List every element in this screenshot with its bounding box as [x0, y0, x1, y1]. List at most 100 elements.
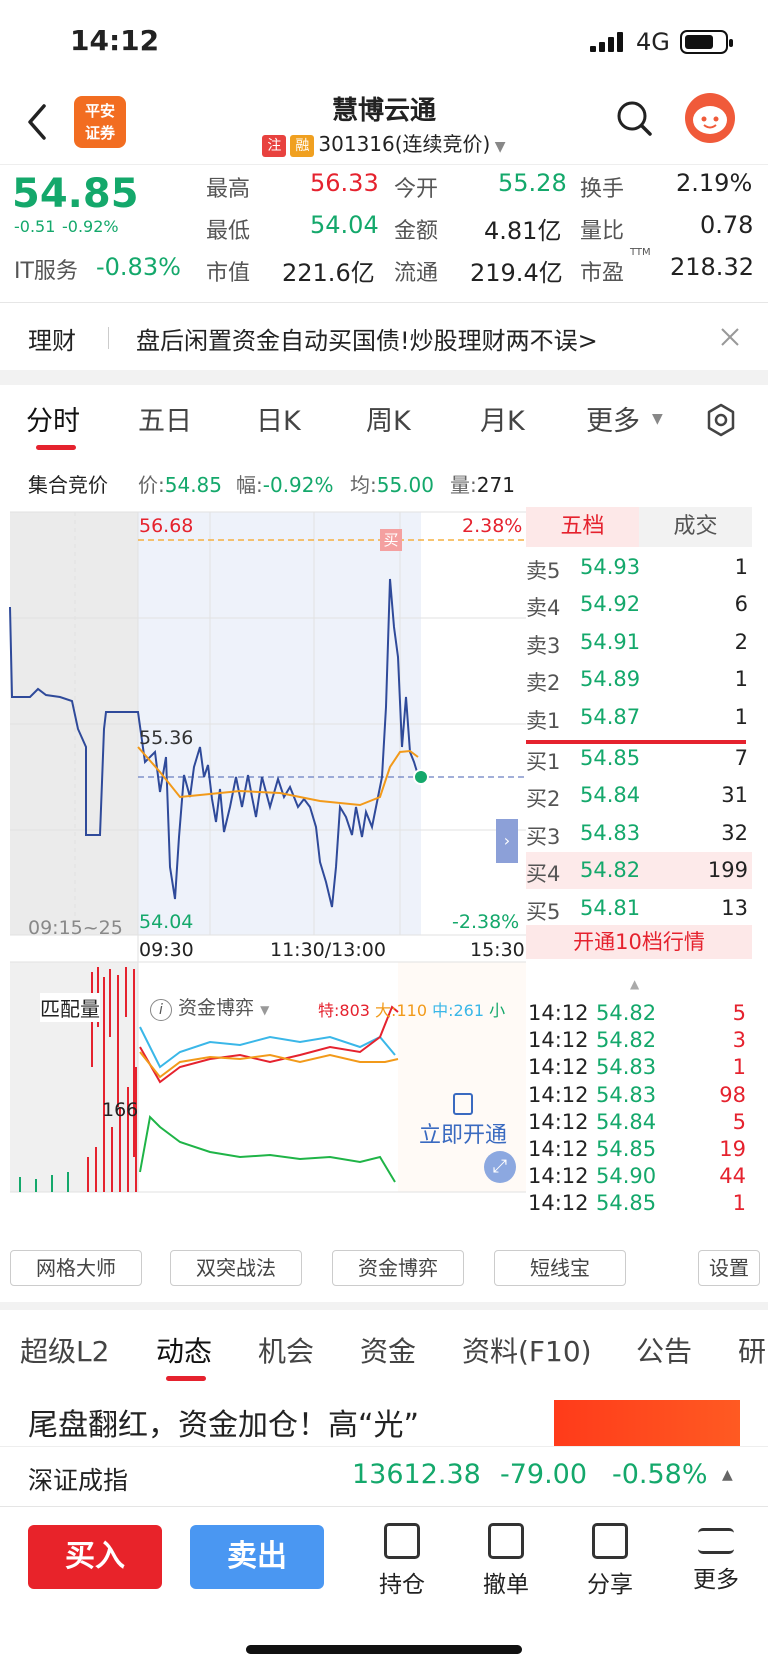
tick-vol: 1	[732, 1055, 746, 1080]
sell-button[interactable]: 卖出	[190, 1525, 324, 1589]
tick-price: 54.82	[596, 1028, 657, 1053]
bid-level-row[interactable]: 买4 54.82 199	[526, 852, 752, 890]
tab-super-l2[interactable]: 超级L2	[20, 1330, 109, 1370]
holdings-icon	[384, 1523, 420, 1559]
ask-level-row[interactable]: 卖5 54.93 1	[526, 549, 752, 586]
tick-row: 14:12 54.83 98	[528, 1083, 754, 1110]
dropdown-icon: ▼	[260, 1003, 270, 1017]
share-button[interactable]: 分享	[570, 1523, 650, 1599]
auction-vol: 271	[476, 473, 515, 497]
bid-level-row[interactable]: 买1 54.85 7	[526, 740, 752, 777]
tab-daily-k[interactable]: 日K	[256, 399, 301, 438]
settings-gear-icon[interactable]	[704, 403, 738, 437]
vol-ratio-value: 0.78	[700, 211, 754, 239]
info-icon: i	[150, 999, 172, 1021]
holdings-button[interactable]: 持仓	[362, 1523, 442, 1599]
level-label: 卖1	[526, 708, 561, 733]
tag-registration: 注	[262, 134, 287, 157]
search-icon[interactable]	[614, 98, 656, 140]
unlock-button[interactable]: 立即开通	[408, 1087, 518, 1149]
turnover-value: 2.19%	[676, 169, 753, 197]
chart-top-price: 56.68	[139, 515, 194, 537]
fund-game-selector[interactable]: i 资金博弈 ▼	[150, 993, 269, 1021]
bid-level-row[interactable]: 买5 54.81 13	[526, 890, 752, 927]
tab-news-feed[interactable]: 动态	[156, 1330, 212, 1370]
ask-level-row[interactable]: 卖2 54.89 1	[526, 661, 752, 698]
time-close: 15:30	[470, 939, 525, 961]
level-price: 54.89	[580, 667, 641, 692]
level-volume: 32	[721, 820, 748, 845]
chart-top-pct: 2.38%	[462, 515, 523, 537]
index-ticker[interactable]: 深证成指 13612.38 -79.00 -0.58% ▲	[0, 1446, 768, 1506]
tab-five-levels[interactable]: 五档	[526, 507, 639, 547]
news-card[interactable]: 尾盘翻红，资金加仓！高“光”	[0, 1386, 768, 1446]
chart-tabs: 分时 五日 日K 周K 月K 更多 ▼	[0, 385, 768, 453]
tick-row: 14:12 54.82 3	[528, 1028, 754, 1055]
back-icon[interactable]	[22, 100, 52, 144]
auction-price-row: 价:54.85	[138, 469, 222, 498]
level-price: 54.91	[580, 629, 641, 654]
chart-bottom-price: 54.04	[139, 911, 194, 933]
close-icon[interactable]	[718, 325, 742, 349]
auction-label: 集合竞价	[28, 473, 108, 497]
auction-avg-row: 均:55.00	[350, 469, 434, 498]
tab-intraday[interactable]: 分时	[26, 399, 80, 438]
index-value: 13612.38	[352, 1459, 481, 1490]
tab-more[interactable]: 更多	[586, 399, 640, 438]
tab-capital[interactable]: 资金	[360, 1330, 416, 1370]
open-value: 55.28	[498, 169, 567, 197]
tick-vol: 5	[732, 1001, 746, 1025]
more-button[interactable]: 更多	[676, 1523, 756, 1594]
cancel-order-button[interactable]: 撤单	[466, 1523, 546, 1599]
tab-opportunity[interactable]: 机会	[258, 1330, 314, 1370]
low-label: 最低	[206, 219, 251, 244]
tab-announcement[interactable]: 公告	[636, 1330, 692, 1370]
tab-f10[interactable]: 资料(F10)	[462, 1330, 592, 1370]
expand-up-icon[interactable]: ▲	[722, 1467, 733, 1483]
tool-fund-game[interactable]: 资金博弈	[332, 1250, 464, 1286]
level-price: 54.87	[580, 704, 641, 729]
news-headline: 尾盘翻红，资金加仓！高“光”	[28, 1408, 420, 1443]
expand-panel-icon[interactable]: ›	[496, 819, 518, 863]
ask-level-row[interactable]: 卖4 54.92 6	[526, 586, 752, 623]
tool-double-breakout[interactable]: 双突战法	[170, 1250, 302, 1286]
special-large-amount: 803	[339, 1001, 370, 1020]
tool-short-line[interactable]: 短线宝	[494, 1250, 626, 1286]
upgrade-level10-button[interactable]: 开通10档行情	[526, 925, 752, 959]
broker-logo: 平安证券	[74, 96, 126, 148]
signal-icon	[590, 32, 630, 52]
tick-vol: 19	[719, 1137, 746, 1161]
tick-vol: 1	[732, 1191, 746, 1216]
fullscreen-icon[interactable]: ⤢	[484, 1151, 516, 1183]
ask-level-row[interactable]: 卖1 54.87 1	[526, 699, 752, 736]
level-label: 买3	[526, 824, 561, 849]
tab-deals[interactable]: 成交	[639, 507, 752, 547]
tab-five-day[interactable]: 五日	[138, 399, 192, 438]
tool-settings[interactable]: 设置	[698, 1250, 760, 1286]
tool-grid-master[interactable]: 网格大师	[10, 1250, 142, 1286]
ask-level-row[interactable]: 卖3 54.91 2	[526, 624, 752, 661]
large-amount: 110	[396, 1001, 427, 1020]
buy-marker: 买	[380, 529, 402, 551]
tab-weekly-k[interactable]: 周K	[366, 399, 411, 438]
auction-vol-row: 量:271	[450, 469, 515, 498]
level-volume: 2	[734, 629, 748, 654]
stock-header: 慧博云通 注融 301316(连续竞价) ▼ 平安证券	[0, 80, 768, 164]
bid-level-row[interactable]: 买2 54.84 31	[526, 777, 752, 814]
home-indicator	[246, 1645, 522, 1654]
level-price: 54.81	[580, 895, 641, 920]
tab-research[interactable]: 研	[738, 1330, 766, 1370]
buy-button[interactable]: 买入	[28, 1525, 162, 1589]
bid-level-row[interactable]: 买3 54.83 32	[526, 815, 752, 852]
unlock-label: 立即开通	[418, 1123, 507, 1148]
sector-name[interactable]: IT服务	[14, 253, 78, 285]
tick-vol: 98	[719, 1082, 746, 1107]
tick-time: 14:12	[528, 1055, 589, 1080]
ad-banner[interactable]: 理财 盘后闲置资金自动买国债!炒股理财两不误>	[0, 302, 768, 370]
scroll-up-icon[interactable]: ▲	[630, 977, 639, 991]
info-tabs: 超级L2 动态 机会 资金 资料(F10) 公告 研	[0, 1310, 768, 1386]
tab-monthly-k[interactable]: 月K	[480, 399, 525, 438]
index-name: 深证成指	[28, 1466, 129, 1495]
chart-mid-price: 55.36	[139, 727, 194, 749]
assistant-avatar-icon[interactable]	[684, 92, 736, 144]
